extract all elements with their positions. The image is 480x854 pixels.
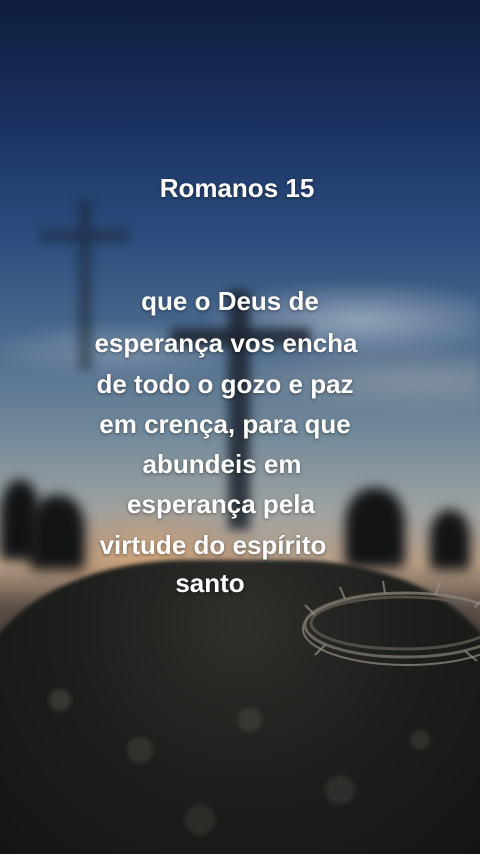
- verse-line: que o Deus de: [141, 286, 319, 316]
- verse-reference: Romanos 15: [159, 173, 315, 203]
- verse-line: abundeis em: [142, 449, 302, 479]
- verse-line: esperança pela: [127, 489, 315, 519]
- background-scene: Romanos 15 que o Deus de esperança vos e…: [0, 0, 480, 854]
- verse-line: santo: [175, 568, 245, 598]
- verse-line: em crença, para que: [99, 409, 351, 439]
- verse-line: de todo o gozo e paz: [96, 369, 354, 399]
- verse-line: esperança vos encha: [94, 328, 358, 358]
- verse-text-overlay: Romanos 15 que o Deus de esperança vos e…: [0, 0, 480, 854]
- verse-line: virtude do espírito: [99, 530, 327, 560]
